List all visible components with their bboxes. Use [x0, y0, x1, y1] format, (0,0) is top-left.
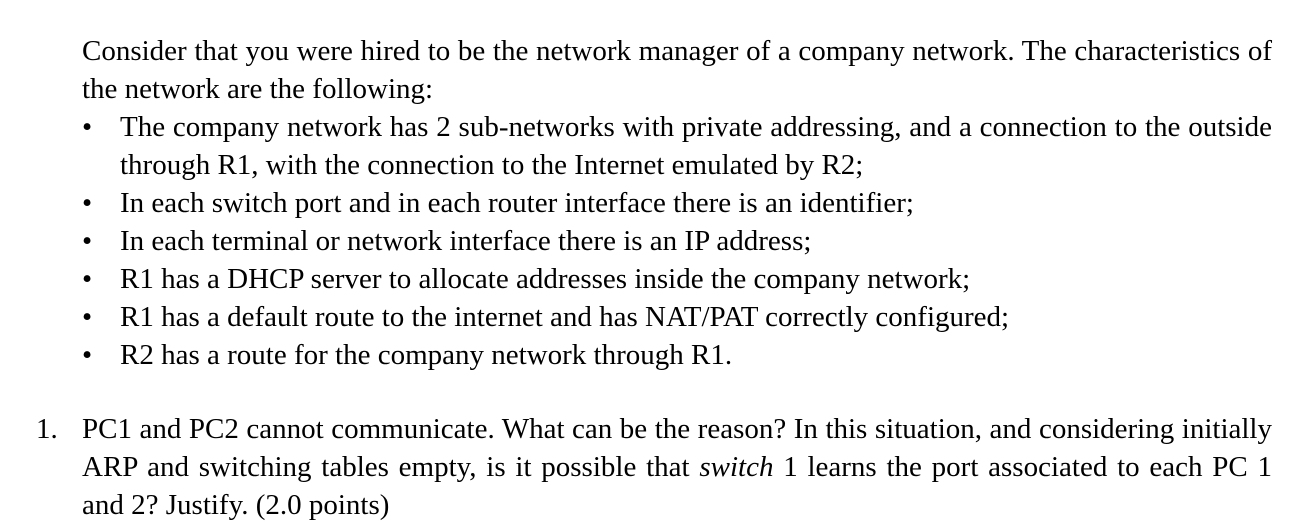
intro-paragraph: Consider that you were hired to be the n…: [82, 35, 1272, 105]
bullet-icon: •: [82, 111, 93, 143]
list-item-text: In each switch port and in each router i…: [120, 187, 914, 219]
bullet-icon: •: [82, 225, 93, 257]
characteristics-list: • The company network has 2 sub-networks…: [82, 108, 1272, 374]
bullet-icon: •: [82, 301, 93, 333]
list-item: • R1 has a DHCP server to allocate addre…: [82, 260, 1272, 298]
list-item: • R2 has a route for the company network…: [82, 336, 1272, 374]
list-item: • The company network has 2 sub-networks…: [82, 108, 1272, 184]
question-emphasis: switch: [699, 451, 774, 483]
list-item: • In each terminal or network interface …: [82, 222, 1272, 260]
list-item: • R1 has a default route to the internet…: [82, 298, 1272, 336]
document-page: Consider that you were hired to be the n…: [0, 0, 1315, 530]
list-item-text: R1 has a DHCP server to allocate address…: [120, 263, 971, 295]
question-number: 1.: [36, 413, 58, 445]
list-item-text: In each terminal or network interface th…: [120, 225, 812, 257]
bullet-icon: •: [82, 339, 93, 371]
list-item-text: The company network has 2 sub-networks w…: [120, 111, 1272, 181]
bullet-icon: •: [82, 263, 93, 295]
list-item: • In each switch port and in each router…: [82, 184, 1272, 222]
bullet-icon: •: [82, 187, 93, 219]
question-text: PC1 and PC2 cannot communicate. What can…: [82, 410, 1272, 524]
list-item-text: R2 has a route for the company network t…: [120, 339, 733, 371]
list-item-text: R1 has a default route to the internet a…: [120, 301, 1010, 333]
